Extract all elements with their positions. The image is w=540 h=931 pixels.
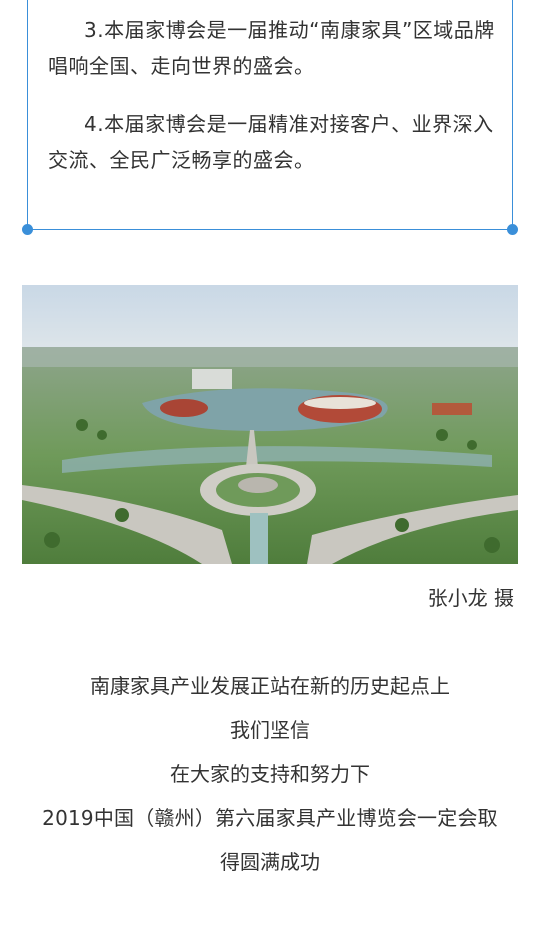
closing-line-2: 我们坚信 <box>230 718 310 742</box>
photo-caption: 张小龙 摄 <box>427 586 514 610</box>
paragraph-4: 4.本届家博会是一届精准对接客户、业界深入交流、全民广泛畅享的盛会。 <box>48 106 500 178</box>
paragraph-3-text: 3.本届家博会是一届推动“南康家具”区域品牌唱响全国、走向世界的盛会。 <box>48 18 495 78</box>
closing-line-3: 在大家的支持和努力下 <box>170 762 370 786</box>
box-corner-dot-right <box>507 224 518 235</box>
closing-line-1: 南康家具产业发展正站在新的历史起点上 <box>90 674 450 698</box>
aerial-park-photo <box>22 285 518 564</box>
paragraph-4-text: 4.本届家博会是一届精准对接客户、业界深入交流、全民广泛畅享的盛会。 <box>48 112 494 172</box>
box-corner-dot-left <box>22 224 33 235</box>
closing-line-4: 2019中国（赣州）第六届家具产业博览会一定会取 <box>42 806 498 830</box>
closing-line-5: 得圆满成功 <box>220 850 320 874</box>
paragraph-3: 3.本届家博会是一届推动“南康家具”区域品牌唱响全国、走向世界的盛会。 <box>48 12 500 84</box>
